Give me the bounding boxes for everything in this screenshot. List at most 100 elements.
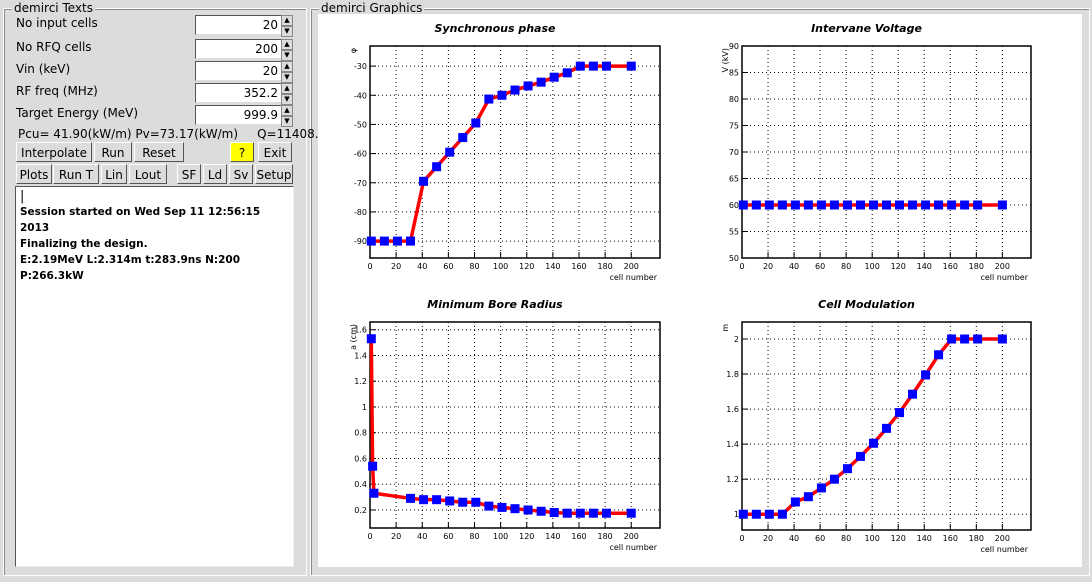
data-point <box>588 61 598 71</box>
data-point <box>816 200 826 210</box>
data-point <box>908 200 918 210</box>
field-input[interactable]: 352.2 <box>195 83 282 103</box>
x-tick-label: 160 <box>571 532 586 541</box>
data-point <box>816 483 826 493</box>
arrow-up-icon[interactable]: ▲ <box>281 39 293 50</box>
data-point <box>366 236 376 246</box>
spinner[interactable]: ▲ ▼ <box>281 15 293 37</box>
log-line: E:2.19MeV L:2.314m t:283.9ns N:200 P:266… <box>20 254 241 282</box>
button-row2[interactable]: SF <box>177 164 201 184</box>
data-point <box>419 176 429 186</box>
arrow-down-icon[interactable]: ▼ <box>281 50 293 61</box>
y-tick-label: 70 <box>729 148 739 157</box>
arrow-up-icon[interactable]: ▲ <box>281 61 293 72</box>
x-tick-label: 140 <box>545 532 560 541</box>
button-row1[interactable]: Run <box>94 142 132 162</box>
arrow-down-icon[interactable]: ▼ <box>281 72 293 83</box>
field-input[interactable]: 999.9 <box>195 105 282 125</box>
y-tick-label: 1.2 <box>726 475 739 484</box>
x-tick-label: 20 <box>763 262 773 271</box>
x-tick-label: 40 <box>789 534 799 543</box>
x-axis-label: cell number <box>609 543 657 552</box>
y-tick-label: 1 <box>734 510 739 519</box>
field-label: Vin (keV) <box>16 62 71 76</box>
spinner[interactable]: ▲ ▼ <box>281 61 293 83</box>
button-row2[interactable]: Sv <box>229 164 253 184</box>
x-tick-label: 140 <box>545 262 560 271</box>
spinner[interactable]: ▲ ▼ <box>281 105 293 127</box>
y-tick-label: 1.8 <box>726 370 739 379</box>
x-tick-label: 0 <box>367 262 372 271</box>
data-point <box>908 389 918 399</box>
data-point <box>445 496 455 506</box>
data-point <box>419 495 429 505</box>
field-input[interactable]: 200 <box>195 39 282 59</box>
data-point <box>484 501 494 511</box>
button-row2[interactable]: Run T <box>53 164 99 184</box>
y-tick-label: 1.4 <box>726 440 739 449</box>
button-row2[interactable]: Plots <box>16 164 52 184</box>
data-point <box>751 200 761 210</box>
graphics-canvas[interactable]: Synchronous phase0 20 40 60 80 100 120 140 160 18… <box>318 14 1082 567</box>
canvas-background <box>318 14 1082 567</box>
y-tick-label: -90 <box>354 237 367 246</box>
y-tick-label: 50 <box>729 254 739 263</box>
chart-title: Minimum Bore Radius <box>427 298 563 311</box>
log-output[interactable]: | Session started on Wed Sep 11 12:56:15… <box>15 186 294 567</box>
field-input[interactable]: 20 <box>195 15 282 35</box>
data-point <box>510 504 520 514</box>
y-tick-label: -80 <box>354 208 367 217</box>
data-point <box>536 506 546 516</box>
data-point <box>868 438 878 448</box>
data-point <box>497 502 507 512</box>
data-point <box>562 68 572 78</box>
data-point <box>934 200 944 210</box>
data-point <box>445 147 455 157</box>
button-row1[interactable]: Interpolate <box>16 142 92 162</box>
data-point <box>895 200 905 210</box>
spinner[interactable]: ▲ ▼ <box>281 83 293 105</box>
arrow-down-icon[interactable]: ▼ <box>281 116 293 127</box>
arrow-up-icon[interactable]: ▲ <box>281 105 293 116</box>
data-point <box>882 423 891 433</box>
x-tick-label: 180 <box>969 534 984 543</box>
graphics-panel-title: demirci Graphics <box>319 1 425 15</box>
button-row1[interactable]: Exit <box>258 142 292 162</box>
data-point <box>895 408 905 418</box>
arrow-down-icon[interactable]: ▼ <box>281 26 293 37</box>
data-point <box>868 200 878 210</box>
field-input[interactable]: 20 <box>195 61 282 81</box>
data-point <box>803 492 813 502</box>
data-point <box>790 200 800 210</box>
x-axis-label: cell number <box>609 273 657 282</box>
data-point <box>369 488 379 498</box>
arrow-up-icon[interactable]: ▲ <box>281 83 293 94</box>
data-point <box>764 509 774 519</box>
button-row1[interactable]: ? <box>230 142 254 162</box>
arrow-up-icon[interactable]: ▲ <box>281 15 293 26</box>
arrow-down-icon[interactable]: ▼ <box>281 94 293 105</box>
data-point <box>523 81 533 91</box>
button-row2[interactable]: Lin <box>101 164 127 184</box>
y-tick-label: 80 <box>729 95 739 104</box>
y-tick-label: 65 <box>729 175 739 184</box>
x-tick-label: 120 <box>891 534 906 543</box>
data-point <box>458 133 468 143</box>
data-point <box>405 493 415 503</box>
button-row2[interactable]: Ld <box>203 164 227 184</box>
spinner[interactable]: ▲ ▼ <box>281 39 293 61</box>
status-readout: Pcu= 41.90(kW/m) Pv=73.17(kW/m) Q=11408.… <box>18 127 327 141</box>
data-point <box>601 61 611 71</box>
texts-panel-title: demirci Texts <box>12 1 95 15</box>
x-tick-label: 80 <box>469 262 479 271</box>
x-tick-label: 100 <box>865 534 880 543</box>
x-tick-label: 60 <box>443 532 453 541</box>
button-row1[interactable]: Reset <box>134 142 184 162</box>
x-tick-label: 200 <box>995 262 1010 271</box>
data-point <box>458 497 468 507</box>
button-row2[interactable]: Setup <box>255 164 293 184</box>
button-row2[interactable]: Lout <box>129 164 167 184</box>
data-point <box>738 509 748 519</box>
data-point <box>366 334 376 344</box>
x-axis-label: cell number <box>980 273 1028 282</box>
